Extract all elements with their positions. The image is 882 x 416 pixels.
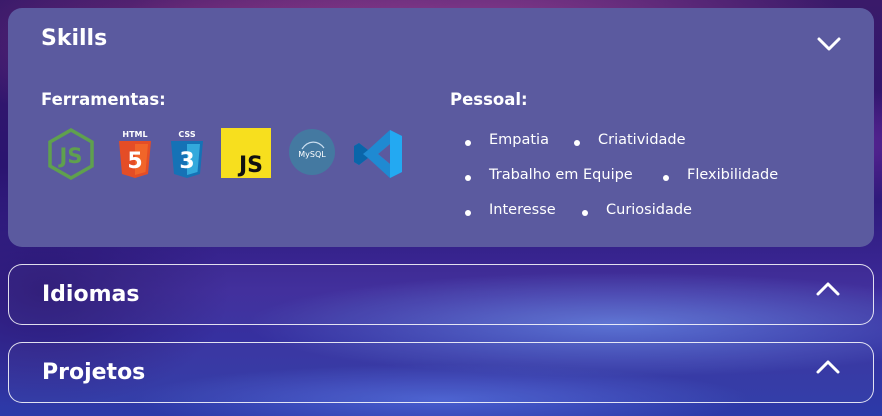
list-item: Curiosidade (582, 202, 692, 218)
svg-text:JS: JS (58, 144, 83, 168)
css3-icon: CSS 3 (171, 130, 203, 178)
idiomas-section[interactable]: Idiomas (8, 264, 874, 325)
list-item: Criatividade (574, 132, 686, 148)
css3-label: CSS (178, 130, 195, 139)
html5-icon: HTML 5 (119, 130, 151, 178)
skills-title[interactable]: Skills (41, 26, 107, 51)
chevron-up-icon[interactable] (815, 281, 841, 297)
html5-glyph: 5 (127, 149, 142, 174)
vscode-icon (354, 130, 402, 178)
personal-heading: Pessoal: (450, 90, 528, 109)
chevron-down-icon[interactable] (816, 36, 842, 52)
list-item: Empatia (465, 132, 549, 148)
html5-label: HTML (122, 130, 147, 139)
list-item: Flexibilidade (662, 167, 779, 183)
list-item: Interesse (465, 202, 556, 218)
javascript-glyph: JS (237, 153, 263, 178)
skills-section: Skills Ferramentas: JS HTML 5 CSS 3 JS M… (8, 8, 874, 247)
tools-heading: Ferramentas: (41, 90, 166, 109)
idiomas-title[interactable]: Idiomas (42, 282, 139, 307)
projetos-title[interactable]: Projetos (42, 360, 145, 385)
mysql-icon: MySQL (289, 129, 335, 175)
chevron-up-icon[interactable] (815, 359, 841, 375)
mysql-glyph: MySQL (298, 150, 326, 159)
javascript-icon: JS (221, 128, 271, 178)
list-item: Trabalho em Equipe (465, 167, 633, 183)
nodejs-icon: JS (48, 128, 94, 180)
projetos-section[interactable]: Projetos (8, 342, 874, 403)
css3-glyph: 3 (179, 149, 194, 174)
